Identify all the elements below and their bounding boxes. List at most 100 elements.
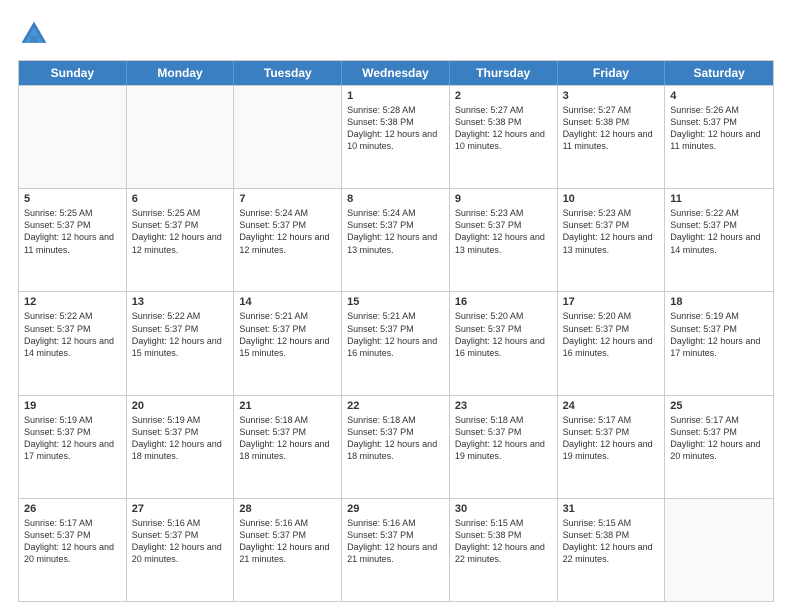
day-number-26: 26 xyxy=(24,503,121,515)
day-number-7: 7 xyxy=(239,193,336,205)
day-info-26: Sunrise: 5:17 AM Sunset: 5:37 PM Dayligh… xyxy=(24,517,121,566)
empty-cell-r0c0 xyxy=(19,86,127,188)
header xyxy=(18,18,774,50)
day-info-4: Sunrise: 5:26 AM Sunset: 5:37 PM Dayligh… xyxy=(670,104,768,153)
weekday-header-thursday: Thursday xyxy=(450,61,558,85)
day-info-3: Sunrise: 5:27 AM Sunset: 5:38 PM Dayligh… xyxy=(563,104,660,153)
weekday-header-friday: Friday xyxy=(558,61,666,85)
day-number-16: 16 xyxy=(455,296,552,308)
logo-icon xyxy=(18,18,50,50)
day-info-5: Sunrise: 5:25 AM Sunset: 5:37 PM Dayligh… xyxy=(24,207,121,256)
day-number-25: 25 xyxy=(670,400,768,412)
calendar-row-1: 5 Sunrise: 5:25 AM Sunset: 5:37 PM Daylig… xyxy=(19,188,773,291)
day-number-19: 19 xyxy=(24,400,121,412)
day-cell-15: 15 Sunrise: 5:21 AM Sunset: 5:37 PM Dayli… xyxy=(342,292,450,394)
day-info-27: Sunrise: 5:16 AM Sunset: 5:37 PM Dayligh… xyxy=(132,517,229,566)
day-number-18: 18 xyxy=(670,296,768,308)
weekday-header-saturday: Saturday xyxy=(665,61,773,85)
day-info-6: Sunrise: 5:25 AM Sunset: 5:37 PM Dayligh… xyxy=(132,207,229,256)
day-cell-17: 17 Sunrise: 5:20 AM Sunset: 5:37 PM Dayli… xyxy=(558,292,666,394)
day-info-18: Sunrise: 5:19 AM Sunset: 5:37 PM Dayligh… xyxy=(670,310,768,359)
day-info-12: Sunrise: 5:22 AM Sunset: 5:37 PM Dayligh… xyxy=(24,310,121,359)
day-number-17: 17 xyxy=(563,296,660,308)
day-cell-1: 1 Sunrise: 5:28 AM Sunset: 5:38 PM Daylig… xyxy=(342,86,450,188)
day-cell-16: 16 Sunrise: 5:20 AM Sunset: 5:37 PM Dayli… xyxy=(450,292,558,394)
day-cell-10: 10 Sunrise: 5:23 AM Sunset: 5:37 PM Dayli… xyxy=(558,189,666,291)
day-info-30: Sunrise: 5:15 AM Sunset: 5:38 PM Dayligh… xyxy=(455,517,552,566)
day-number-23: 23 xyxy=(455,400,552,412)
calendar-row-4: 26 Sunrise: 5:17 AM Sunset: 5:37 PM Dayli… xyxy=(19,498,773,601)
day-number-28: 28 xyxy=(239,503,336,515)
weekday-header-tuesday: Tuesday xyxy=(234,61,342,85)
day-info-11: Sunrise: 5:22 AM Sunset: 5:37 PM Dayligh… xyxy=(670,207,768,256)
day-info-14: Sunrise: 5:21 AM Sunset: 5:37 PM Dayligh… xyxy=(239,310,336,359)
day-cell-5: 5 Sunrise: 5:25 AM Sunset: 5:37 PM Daylig… xyxy=(19,189,127,291)
day-cell-9: 9 Sunrise: 5:23 AM Sunset: 5:37 PM Daylig… xyxy=(450,189,558,291)
day-number-8: 8 xyxy=(347,193,444,205)
day-cell-3: 3 Sunrise: 5:27 AM Sunset: 5:38 PM Daylig… xyxy=(558,86,666,188)
day-info-1: Sunrise: 5:28 AM Sunset: 5:38 PM Dayligh… xyxy=(347,104,444,153)
day-cell-7: 7 Sunrise: 5:24 AM Sunset: 5:37 PM Daylig… xyxy=(234,189,342,291)
day-cell-26: 26 Sunrise: 5:17 AM Sunset: 5:37 PM Dayli… xyxy=(19,499,127,601)
day-info-21: Sunrise: 5:18 AM Sunset: 5:37 PM Dayligh… xyxy=(239,414,336,463)
calendar-body: 1 Sunrise: 5:28 AM Sunset: 5:38 PM Daylig… xyxy=(19,85,773,601)
day-info-22: Sunrise: 5:18 AM Sunset: 5:37 PM Dayligh… xyxy=(347,414,444,463)
day-info-17: Sunrise: 5:20 AM Sunset: 5:37 PM Dayligh… xyxy=(563,310,660,359)
day-number-20: 20 xyxy=(132,400,229,412)
day-number-30: 30 xyxy=(455,503,552,515)
day-cell-6: 6 Sunrise: 5:25 AM Sunset: 5:37 PM Daylig… xyxy=(127,189,235,291)
empty-cell-r0c2 xyxy=(234,86,342,188)
day-cell-25: 25 Sunrise: 5:17 AM Sunset: 5:37 PM Dayli… xyxy=(665,396,773,498)
day-cell-27: 27 Sunrise: 5:16 AM Sunset: 5:37 PM Dayli… xyxy=(127,499,235,601)
calendar-header: SundayMondayTuesdayWednesdayThursdayFrid… xyxy=(19,61,773,85)
day-number-10: 10 xyxy=(563,193,660,205)
day-cell-24: 24Sunrise: 5:17 AM Sunset: 5:37 PM Dayli… xyxy=(558,396,666,498)
day-number-9: 9 xyxy=(455,193,552,205)
day-number-31: 31 xyxy=(563,503,660,515)
day-cell-12: 12 Sunrise: 5:22 AM Sunset: 5:37 PM Dayli… xyxy=(19,292,127,394)
day-info-13: Sunrise: 5:22 AM Sunset: 5:37 PM Dayligh… xyxy=(132,310,229,359)
day-number-12: 12 xyxy=(24,296,121,308)
day-cell-11: 11Sunrise: 5:22 AM Sunset: 5:37 PM Dayli… xyxy=(665,189,773,291)
day-cell-29: 29 Sunrise: 5:16 AM Sunset: 5:37 PM Dayli… xyxy=(342,499,450,601)
day-number-6: 6 xyxy=(132,193,229,205)
weekday-header-monday: Monday xyxy=(127,61,235,85)
day-info-29: Sunrise: 5:16 AM Sunset: 5:37 PM Dayligh… xyxy=(347,517,444,566)
day-number-1: 1 xyxy=(347,90,444,102)
day-cell-28: 28 Sunrise: 5:16 AM Sunset: 5:37 PM Dayli… xyxy=(234,499,342,601)
day-number-4: 4 xyxy=(670,90,768,102)
day-info-9: Sunrise: 5:23 AM Sunset: 5:37 PM Dayligh… xyxy=(455,207,552,256)
day-number-24: 24 xyxy=(563,400,660,412)
day-number-3: 3 xyxy=(563,90,660,102)
day-info-23: Sunrise: 5:18 AM Sunset: 5:37 PM Dayligh… xyxy=(455,414,552,463)
day-number-27: 27 xyxy=(132,503,229,515)
day-info-15: Sunrise: 5:21 AM Sunset: 5:37 PM Dayligh… xyxy=(347,310,444,359)
day-cell-4: 4 Sunrise: 5:26 AM Sunset: 5:37 PM Daylig… xyxy=(665,86,773,188)
day-cell-19: 19 Sunrise: 5:19 AM Sunset: 5:37 PM Dayli… xyxy=(19,396,127,498)
day-info-7: Sunrise: 5:24 AM Sunset: 5:37 PM Dayligh… xyxy=(239,207,336,256)
day-info-28: Sunrise: 5:16 AM Sunset: 5:37 PM Dayligh… xyxy=(239,517,336,566)
page: SundayMondayTuesdayWednesdayThursdayFrid… xyxy=(0,0,792,612)
calendar-row-3: 19 Sunrise: 5:19 AM Sunset: 5:37 PM Dayli… xyxy=(19,395,773,498)
day-cell-20: 20Sunrise: 5:19 AM Sunset: 5:37 PM Dayli… xyxy=(127,396,235,498)
day-number-22: 22 xyxy=(347,400,444,412)
day-number-13: 13 xyxy=(132,296,229,308)
day-number-15: 15 xyxy=(347,296,444,308)
day-number-21: 21 xyxy=(239,400,336,412)
day-cell-30: 30 Sunrise: 5:15 AM Sunset: 5:38 PM Dayli… xyxy=(450,499,558,601)
calendar-row-2: 12 Sunrise: 5:22 AM Sunset: 5:37 PM Dayli… xyxy=(19,291,773,394)
day-info-25: Sunrise: 5:17 AM Sunset: 5:37 PM Dayligh… xyxy=(670,414,768,463)
day-number-5: 5 xyxy=(24,193,121,205)
day-info-16: Sunrise: 5:20 AM Sunset: 5:37 PM Dayligh… xyxy=(455,310,552,359)
day-cell-14: 14Sunrise: 5:21 AM Sunset: 5:37 PM Dayli… xyxy=(234,292,342,394)
day-number-29: 29 xyxy=(347,503,444,515)
day-number-2: 2 xyxy=(455,90,552,102)
calendar-row-0: 1 Sunrise: 5:28 AM Sunset: 5:38 PM Daylig… xyxy=(19,85,773,188)
logo xyxy=(18,18,54,50)
empty-cell-r0c1 xyxy=(127,86,235,188)
day-cell-18: 18 Sunrise: 5:19 AM Sunset: 5:37 PM Dayli… xyxy=(665,292,773,394)
day-info-31: Sunrise: 5:15 AM Sunset: 5:38 PM Dayligh… xyxy=(563,517,660,566)
day-info-19: Sunrise: 5:19 AM Sunset: 5:37 PM Dayligh… xyxy=(24,414,121,463)
day-info-10: Sunrise: 5:23 AM Sunset: 5:37 PM Dayligh… xyxy=(563,207,660,256)
day-cell-13: 13 Sunrise: 5:22 AM Sunset: 5:37 PM Dayli… xyxy=(127,292,235,394)
